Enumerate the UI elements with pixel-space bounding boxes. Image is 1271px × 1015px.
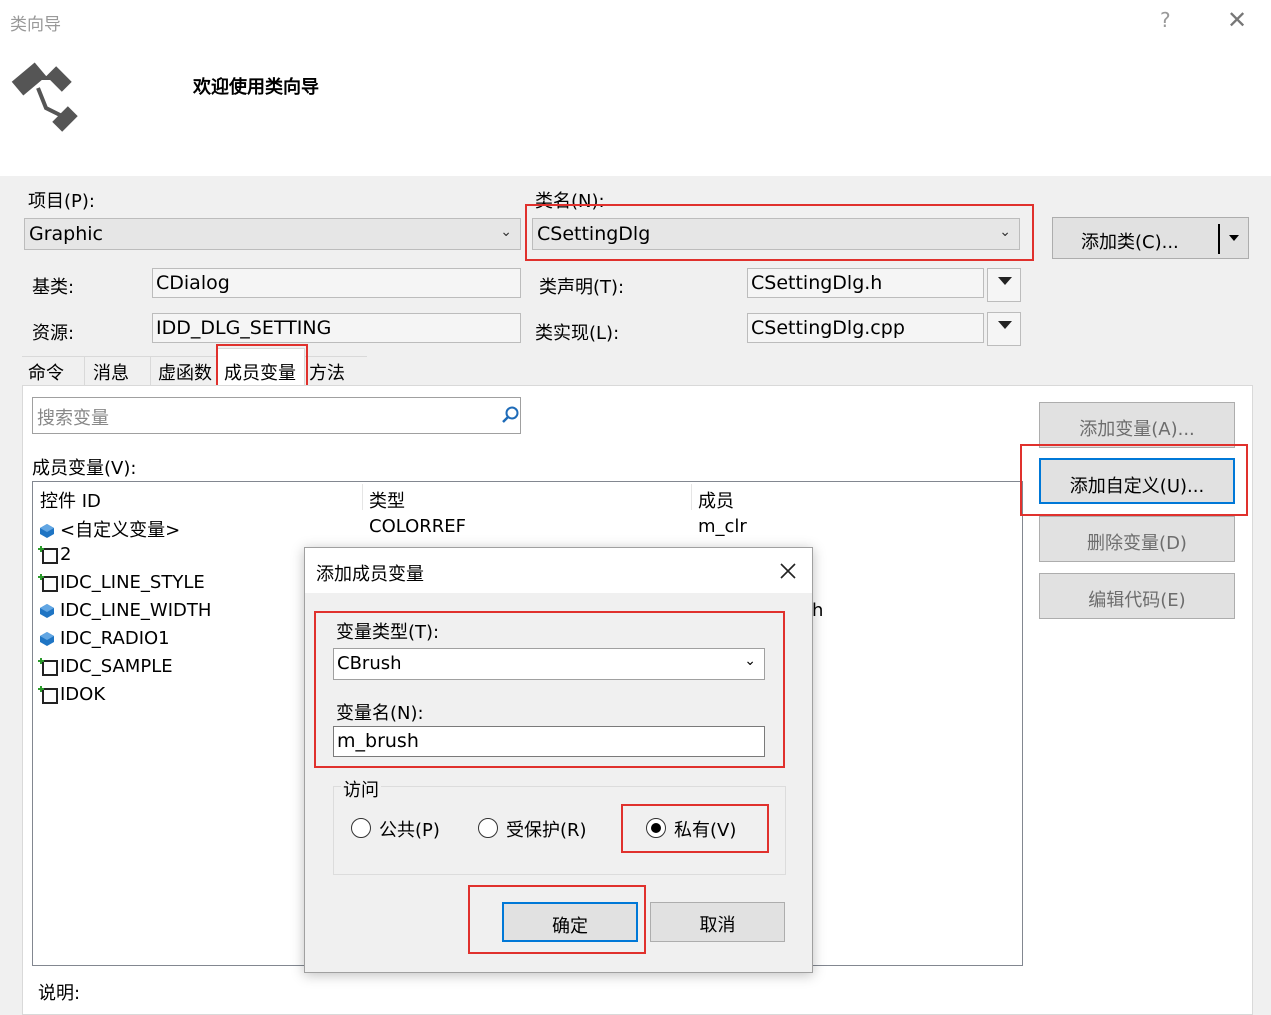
member-vars-label: 成员变量(V): (32, 458, 137, 479)
row-id: IDOK (60, 684, 106, 705)
list-item[interactable]: IDC_SAMPLE (38, 656, 173, 678)
class-impl-field[interactable]: CSettingDlg.cpp (747, 313, 984, 343)
class-impl-value: CSettingDlg.cpp (751, 317, 905, 339)
add-variable-label: 添加变量(A)... (1079, 419, 1195, 440)
highlight-classname (525, 204, 1034, 261)
project-label: 项目(P): (28, 191, 95, 212)
variable-icon (40, 604, 54, 618)
add-class-button[interactable]: 添加类(C)... (1052, 217, 1249, 259)
chevron-down-icon: ⌄ (500, 224, 512, 240)
tab-messages[interactable]: 消息 (93, 356, 129, 386)
project-combo[interactable]: Graphic ⌄ (24, 218, 521, 250)
project-value: Graphic (29, 223, 104, 245)
radio-public-label: 公共(P) (379, 820, 440, 841)
class-impl-label: 类实现(L): (535, 323, 620, 344)
list-item[interactable]: IDOK (38, 684, 105, 706)
close-icon[interactable]: ✕ (1227, 6, 1247, 34)
col-control-id[interactable]: 控件 ID (40, 487, 101, 513)
highlight-var-fields (314, 611, 785, 768)
radio-public-circle[interactable] (351, 818, 371, 838)
delete-variable-label: 删除变量(D) (1087, 533, 1187, 554)
row-id: IDC_SAMPLE (60, 656, 173, 677)
class-decl-value: CSettingDlg.h (751, 272, 883, 294)
row-id: IDC_LINE_WIDTH (60, 600, 212, 621)
row-id: IDC_LINE_STYLE (60, 572, 205, 593)
row-id: 2 (60, 544, 72, 565)
resource-label: 资源: (32, 323, 75, 344)
dialog-title-bar: 添加成员变量 (305, 548, 812, 593)
row-member: m_clr (698, 516, 747, 537)
class-wizard-logo-icon (11, 62, 78, 132)
add-variable-button[interactable]: 添加变量(A)... (1039, 402, 1235, 448)
title-bar: 类向导 ? ✕ (0, 0, 1271, 42)
control-icon (38, 658, 58, 676)
wizard-header: 欢迎使用类向导 (0, 42, 1271, 176)
tab-divider (84, 356, 85, 386)
control-icon (38, 686, 58, 704)
edit-code-button[interactable]: 编辑代码(E) (1039, 573, 1235, 619)
tab-divider (150, 356, 151, 386)
welcome-text: 欢迎使用类向导 (193, 77, 319, 98)
close-icon[interactable] (778, 561, 798, 581)
radio-protected-circle[interactable] (478, 818, 498, 838)
highlight-private (621, 804, 769, 853)
highlight-ok (468, 885, 646, 954)
radio-protected-label: 受保护(R) (506, 820, 587, 841)
variable-icon (40, 524, 54, 538)
row-type: COLORREF (369, 516, 467, 537)
class-impl-dropdown[interactable] (987, 312, 1021, 346)
class-decl-label: 类声明(T): (539, 277, 625, 298)
add-member-variable-dialog: 添加成员变量 变量类型(T): CBrush ⌄ 变量名(N): m_brush… (304, 547, 813, 973)
tab-commands[interactable]: 命令 (28, 356, 64, 386)
cancel-label: 取消 (699, 915, 736, 936)
add-class-label: 添加类(C)... (1081, 232, 1179, 253)
control-icon (38, 546, 58, 564)
split-divider (1218, 224, 1220, 254)
tab-virtual-functions[interactable]: 虚函数 (158, 356, 212, 386)
search-icon[interactable] (500, 405, 520, 425)
highlight-add-custom (1020, 444, 1248, 516)
col-member[interactable]: 成员 (698, 487, 734, 513)
class-decl-field[interactable]: CSettingDlg.h (747, 268, 984, 298)
search-input[interactable]: 搜索变量 (32, 397, 521, 434)
tab-methods[interactable]: 方法 (309, 356, 345, 386)
description-label: 说明: (38, 983, 81, 1004)
dropdown-arrow-icon (998, 321, 1012, 329)
access-label: 访问 (341, 776, 381, 802)
row-id: IDC_RADIO1 (60, 628, 170, 649)
col-divider[interactable] (362, 484, 363, 510)
resource-field: IDD_DLG_SETTING (152, 313, 521, 343)
col-divider[interactable] (691, 484, 692, 510)
window-title: 类向导 (10, 15, 61, 35)
cancel-button[interactable]: 取消 (650, 902, 785, 942)
list-item[interactable]: IDC_LINE_WIDTH (38, 600, 211, 621)
control-icon (38, 574, 58, 592)
row-id: <自定义变量> (60, 520, 181, 541)
dropdown-arrow-icon[interactable] (1229, 235, 1239, 241)
search-placeholder: 搜索变量 (37, 408, 109, 429)
list-item[interactable]: <自定义变量> (38, 516, 180, 542)
list-item[interactable]: 2 (38, 544, 71, 566)
dialog-title: 添加成员变量 (316, 564, 424, 585)
base-class-value: CDialog (156, 272, 230, 294)
variable-icon (40, 632, 54, 646)
class-decl-dropdown[interactable] (987, 268, 1021, 302)
row-member: h (812, 600, 824, 621)
list-item[interactable]: IDC_LINE_STYLE (38, 572, 205, 594)
resource-value: IDD_DLG_SETTING (156, 317, 332, 339)
list-item[interactable]: IDC_RADIO1 (38, 628, 170, 649)
col-type[interactable]: 类型 (369, 487, 405, 513)
base-class-label: 基类: (32, 277, 75, 298)
edit-code-label: 编辑代码(E) (1088, 590, 1186, 611)
help-icon[interactable]: ? (1160, 8, 1171, 32)
delete-variable-button[interactable]: 删除变量(D) (1039, 516, 1235, 562)
base-class-field: CDialog (152, 268, 521, 298)
dropdown-arrow-icon (998, 277, 1012, 285)
